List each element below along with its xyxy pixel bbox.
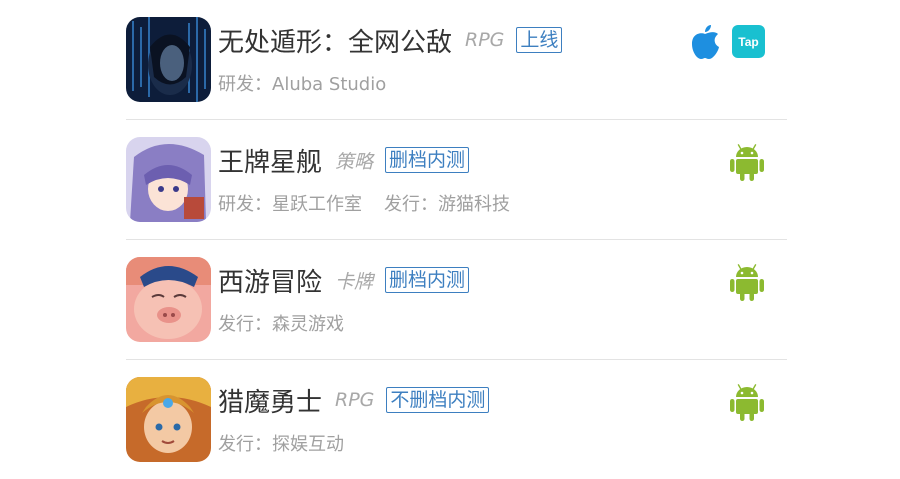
title-line: 无处遁形：全网公敌 RPG 上线 [218,22,563,59]
android-icon[interactable] [729,262,765,302]
taptap-label: Tap [738,35,758,49]
meta-line: 发行：探娱互动 [218,430,344,456]
meta-line: 研发：星跃工作室 发行：游猫科技 [218,190,510,216]
title-line: 西游冒险 卡牌 删档内测 [218,262,470,299]
game-icon[interactable] [126,257,211,342]
publisher-text: 发行：探娱互动 [218,434,344,455]
platform-icons [729,142,765,182]
android-icon[interactable] [729,382,765,422]
status-badge: 删档内测 [385,147,470,173]
game-icon[interactable] [126,377,211,462]
list-item[interactable]: 西游冒险 卡牌 删档内测 发行：森灵游戏 [126,240,787,360]
list-item[interactable]: 王牌星舰 策略 删档内测 研发：星跃工作室 发行：游猫科技 [126,120,787,240]
apple-icon[interactable] [688,22,722,60]
game-icon[interactable] [126,137,211,222]
publisher-text: 发行：森灵游戏 [218,314,344,335]
game-icon[interactable] [126,17,211,102]
genre-label: 策略 [335,150,374,173]
game-title[interactable]: 无处遁形：全网公敌 [218,22,452,59]
status-badge: 上线 [516,27,563,53]
list-item[interactable]: 猎魔勇士 RPG 不删档内测 发行：探娱互动 [126,360,787,479]
list-item[interactable]: 无处遁形：全网公敌 RPG 上线 研发：Aluba Studio Tap [126,0,787,120]
platform-icons [729,382,765,422]
game-title[interactable]: 西游冒险 [218,262,322,299]
platform-icons: Tap [688,22,765,60]
genre-label: RPG [335,389,375,411]
genre-label: RPG [465,29,505,51]
taptap-icon[interactable]: Tap [732,24,765,58]
status-badge: 删档内测 [385,267,470,293]
platform-icons [729,262,765,302]
developer-text: 研发：星跃工作室 [218,194,362,215]
title-line: 猎魔勇士 RPG 不删档内测 [218,382,490,419]
game-title[interactable]: 王牌星舰 [218,142,322,179]
publisher-text: 发行：游猫科技 [384,194,510,215]
title-line: 王牌星舰 策略 删档内测 [218,142,470,179]
meta-line: 发行：森灵游戏 [218,310,344,336]
game-list: 无处遁形：全网公敌 RPG 上线 研发：Aluba Studio Tap 王牌星… [126,0,787,479]
genre-label: 卡牌 [335,270,374,293]
developer-text: 研发：Aluba Studio [218,74,387,95]
meta-line: 研发：Aluba Studio [218,70,386,96]
android-icon[interactable] [729,142,765,182]
game-title[interactable]: 猎魔勇士 [218,382,322,419]
status-badge: 不删档内测 [386,387,490,413]
